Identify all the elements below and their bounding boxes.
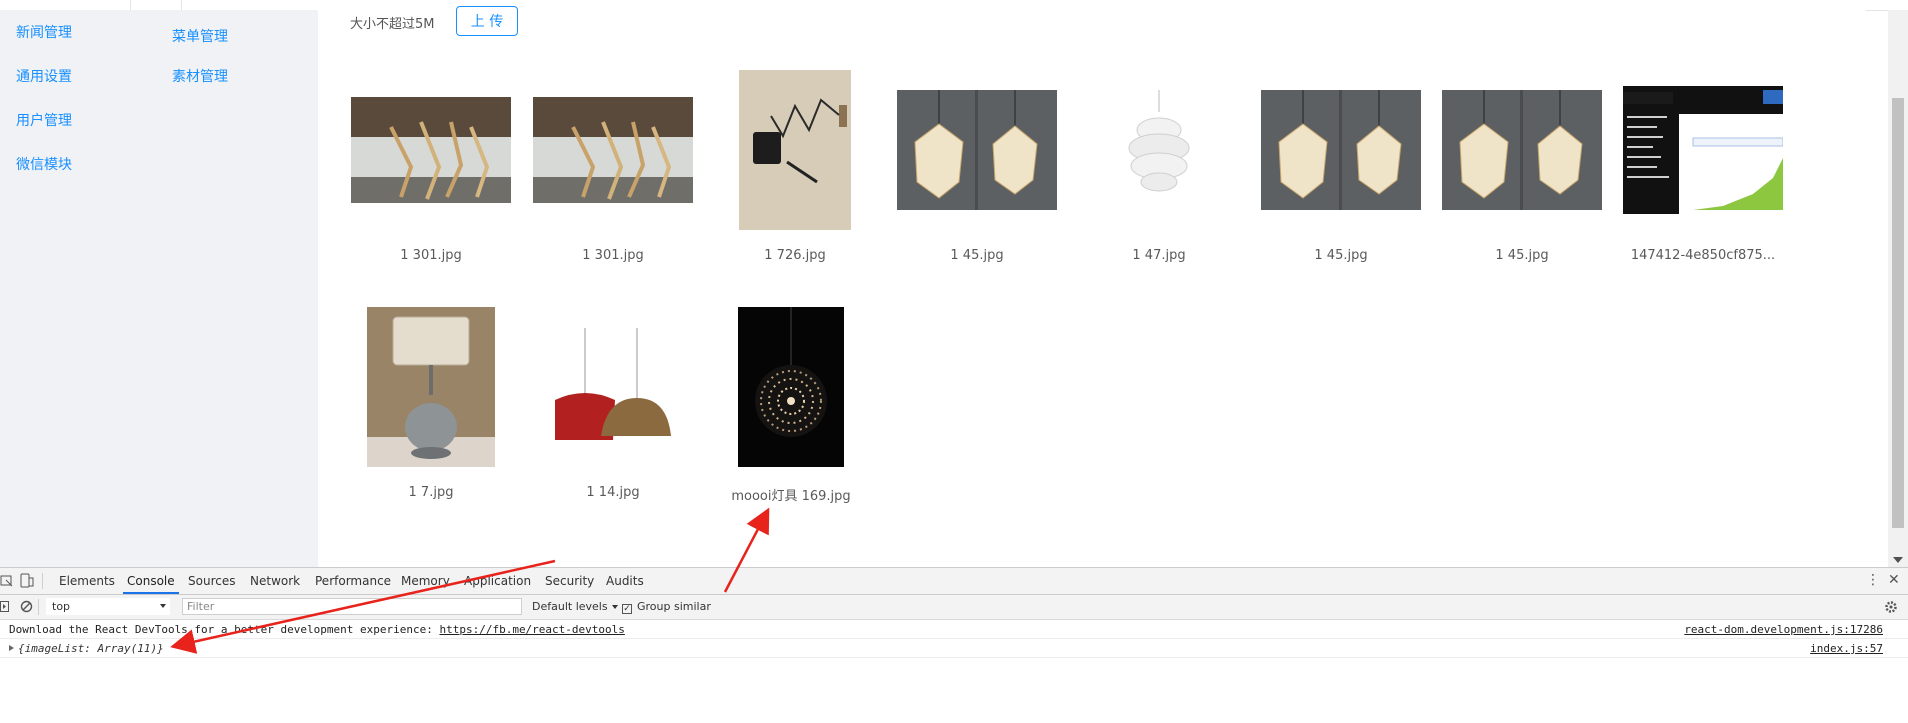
image-filename: 1 45.jpg [1314, 248, 1368, 263]
image-tile[interactable]: 147412-4e850cf875... [1613, 70, 1793, 270]
group-similar-toggle[interactable]: ✓ Group similar [622, 600, 711, 614]
tab-network[interactable]: Network [250, 568, 300, 594]
clear-console-icon[interactable] [20, 600, 33, 613]
tab-security[interactable]: Security [545, 568, 594, 594]
sidebar-toggle-icon[interactable] [0, 601, 10, 613]
image-tile[interactable]: 1 45.jpg [887, 70, 1067, 270]
image-tile[interactable]: 1 45.jpg [1432, 70, 1612, 270]
image-tile[interactable]: 1 726.jpg [705, 70, 885, 270]
scrollbar-thumb[interactable] [1892, 98, 1904, 528]
scroll-down-arrow-icon[interactable] [1893, 557, 1903, 563]
nav-general-settings[interactable]: 通用设置 [16, 66, 72, 86]
tab-elements[interactable]: Elements [59, 568, 115, 594]
image-filename: 1 45.jpg [950, 248, 1004, 263]
tab-sources[interactable]: Sources [188, 568, 235, 594]
close-icon[interactable]: ✕ [1888, 572, 1900, 588]
toolbar-divider [42, 573, 43, 589]
sparkle-ball-lamp-photo [701, 307, 881, 467]
nav-menu-management[interactable]: 菜单管理 [172, 26, 228, 46]
tab-memory[interactable]: Memory [401, 568, 450, 594]
log-levels-dropdown[interactable]: Default levels [532, 600, 618, 613]
wooden-sculpture-photo [341, 70, 521, 230]
geometric-pendant-photo [887, 70, 1067, 230]
image-tile[interactable]: 1 47.jpg [1069, 70, 1249, 270]
sidebar: 新闻管理 通用设置 用户管理 微信模块 菜单管理 素材管理 [0, 10, 294, 567]
console-message: {imageList: Array(11)} index.js:57 [0, 639, 1908, 658]
console-filter-input[interactable]: Filter [182, 598, 522, 615]
image-filename: 1 301.jpg [400, 248, 462, 263]
image-tile[interactable]: 1 7.jpg [341, 307, 521, 507]
image-filename: 1 47.jpg [1132, 248, 1186, 263]
page-scrollbar[interactable] [1888, 10, 1908, 567]
image-tile[interactable]: 1 45.jpg [1251, 70, 1431, 270]
tab-audits[interactable]: Audits [606, 568, 644, 594]
log-levels-label: Default levels [532, 600, 608, 613]
white-swirl-lamp-photo [1069, 70, 1249, 230]
nav-wechat-module[interactable]: 微信模块 [16, 154, 72, 174]
upload-size-hint: 大小不超过5M [350, 17, 435, 32]
more-options-icon[interactable]: ⋮ [1866, 572, 1880, 588]
gear-icon[interactable] [1884, 600, 1898, 614]
react-devtools-link[interactable]: https://fb.me/react-devtools [439, 623, 624, 636]
wooden-sculpture-photo [523, 70, 703, 230]
nav-user-management[interactable]: 用户管理 [16, 110, 72, 130]
context-value: top [52, 600, 71, 613]
console-source-link[interactable]: index.js:57 [1810, 642, 1883, 655]
chevron-down-icon [160, 604, 166, 608]
content-gutter [294, 10, 318, 567]
table-lamp-photo [341, 307, 521, 467]
toolbar-divider [38, 599, 39, 615]
context-select[interactable]: top [46, 598, 170, 615]
image-filename: 1 726.jpg [764, 248, 826, 263]
devtools-panel: Elements Console Sources Network Perform… [0, 567, 1908, 723]
devtools-tab-bar: Elements Console Sources Network Perform… [0, 568, 1908, 595]
image-tile[interactable]: 1 301.jpg [523, 70, 703, 270]
image-filename: 1 14.jpg [586, 485, 640, 500]
console-object-log[interactable]: {imageList: Array(11)} [9, 642, 164, 655]
console-source-link[interactable]: react-dom.development.js:17286 [1684, 623, 1883, 636]
image-tile[interactable]: moooi灯具 169.jpg [701, 307, 881, 507]
image-filename: 1 301.jpg [582, 248, 644, 263]
wall-lamp-photo [705, 70, 885, 230]
console-message-prefix: Download the React DevTools for a better… [9, 623, 440, 636]
upload-button[interactable]: 上 传 [456, 6, 518, 36]
console-object-preview: {imageList: Array(11)} [18, 642, 164, 655]
tab-application[interactable]: Application [464, 568, 531, 594]
nav-material-management[interactable]: 素材管理 [172, 66, 228, 86]
image-tile[interactable]: 1 14.jpg [523, 307, 703, 507]
image-filename: 1 45.jpg [1495, 248, 1549, 263]
expand-triangle-icon[interactable] [9, 645, 14, 651]
geometric-pendant-photo [1251, 70, 1431, 230]
app-viewport: 新闻管理 通用设置 用户管理 微信模块 菜单管理 素材管理 大小不超过5M 上 … [0, 0, 1908, 567]
chevron-down-icon [611, 605, 618, 609]
inspect-element-icon[interactable] [0, 574, 14, 588]
console-message-text: Download the React DevTools for a better… [9, 623, 625, 636]
image-filename: 147412-4e850cf875... [1630, 248, 1776, 263]
image-filename: 1 7.jpg [408, 485, 454, 500]
device-toolbar-icon[interactable] [20, 573, 34, 589]
image-filename: moooi灯具 169.jpg [731, 489, 851, 504]
tab-console[interactable]: Console [123, 568, 179, 594]
screenshot-chart-photo [1613, 70, 1793, 230]
pendant-bowls-photo [523, 307, 703, 467]
checkbox-checked-icon[interactable]: ✓ [622, 604, 632, 614]
image-tile[interactable]: 1 301.jpg [341, 70, 521, 270]
geometric-pendant-photo [1432, 70, 1612, 230]
nav-news-management[interactable]: 新闻管理 [16, 22, 72, 42]
console-filter-bar: top Filter Default levels ✓ Group similar [0, 595, 1908, 620]
group-similar-label: Group similar [637, 600, 711, 613]
tab-performance[interactable]: Performance [315, 568, 391, 594]
console-message: Download the React DevTools for a better… [0, 620, 1908, 639]
